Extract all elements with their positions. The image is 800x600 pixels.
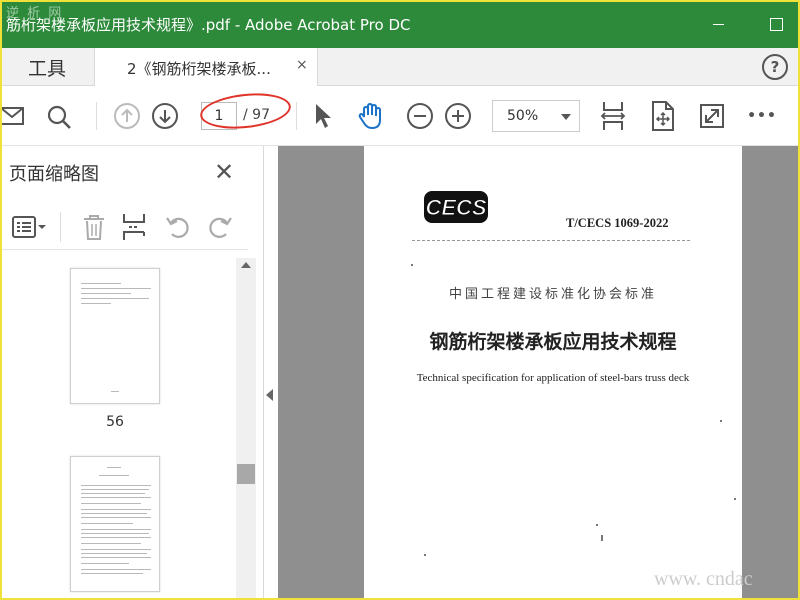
maximize-button[interactable]: [764, 12, 788, 36]
collapse-panel-icon[interactable]: [266, 389, 273, 401]
document-subtitle-cn: 中国工程建设标准化协会标准: [448, 287, 657, 302]
toolbar-separator: [296, 102, 297, 130]
tab-close-icon[interactable]: ×: [296, 57, 308, 73]
zoom-in-icon[interactable]: [443, 101, 473, 131]
tab-document[interactable]: 2《钢筋桁架楼承板... ×: [94, 48, 318, 87]
help-icon[interactable]: ?: [762, 54, 788, 80]
document-title-cn: 钢筋桁架楼承板应用技术规程: [429, 331, 677, 353]
toolbar-separator: [96, 102, 97, 130]
rotate-left-icon[interactable]: [164, 212, 192, 242]
panel-separator: [60, 212, 61, 242]
tab-document-label: 2《钢筋桁架楼承板...: [127, 60, 271, 78]
chevron-down-icon: [561, 114, 571, 120]
thumbnail-list: 56: [0, 250, 236, 600]
zoom-value: 50%: [507, 108, 539, 124]
tab-bar: 工具 2《钢筋桁架楼承板... × ?: [0, 48, 800, 87]
cecs-logo-text: CECS: [425, 195, 486, 220]
tab-tools[interactable]: 工具: [0, 48, 94, 86]
hand-tool-icon[interactable]: [354, 100, 388, 132]
panel-toolbar: [0, 204, 248, 250]
thumbnail-scrollbar[interactable]: [236, 258, 256, 600]
zoom-out-icon[interactable]: [405, 101, 435, 131]
rotate-right-icon[interactable]: [206, 212, 234, 242]
thumbnail-panel: 页面缩略图 ✕ 56: [0, 146, 264, 600]
title-bar: 逆 析 网 筋桁架楼承板应用技术规程》.pdf - Adobe Acrobat …: [0, 0, 800, 48]
document-title-en: Technical specification for application …: [416, 372, 690, 384]
delete-page-icon[interactable]: [80, 212, 108, 242]
panel-close-icon[interactable]: ✕: [214, 158, 234, 186]
header-rule: [412, 240, 690, 241]
page-speck: [601, 535, 603, 541]
cecs-logo: CECS: [418, 188, 494, 226]
fit-width-icon[interactable]: [598, 99, 628, 133]
thumbnail-options-icon[interactable]: [10, 212, 48, 242]
site-watermark: www. cndac: [654, 568, 753, 590]
insert-page-icon[interactable]: [120, 212, 148, 242]
next-page-icon[interactable]: [150, 101, 180, 131]
page-speck: [411, 264, 413, 266]
thumbnail-label: 56: [106, 414, 124, 430]
window-title: 筋桁架楼承板应用技术规程》.pdf - Adobe Acrobat Pro DC: [6, 16, 411, 34]
page-speck: [424, 554, 426, 556]
select-cursor-icon[interactable]: [310, 100, 336, 132]
zoom-select[interactable]: 50%: [492, 100, 580, 132]
page-speck: [596, 524, 598, 526]
rotate-page-icon[interactable]: [648, 99, 678, 133]
previous-page-icon[interactable]: [112, 101, 142, 131]
panel-title: 页面缩略图: [9, 164, 99, 185]
email-icon[interactable]: [0, 102, 26, 130]
page-speck: [734, 498, 736, 500]
page-thumbnail[interactable]: [70, 456, 160, 592]
minimize-button[interactable]: [706, 12, 730, 36]
scroll-up-icon[interactable]: [241, 262, 251, 268]
search-icon[interactable]: [44, 102, 74, 132]
standard-number: T/CECS 1069-2022: [566, 216, 669, 230]
full-screen-icon[interactable]: [697, 101, 727, 131]
page-speck: [720, 420, 722, 422]
page-thumbnail[interactable]: [70, 268, 160, 404]
more-options-icon[interactable]: •••: [745, 104, 779, 128]
scrollbar-thumb[interactable]: [237, 464, 255, 484]
